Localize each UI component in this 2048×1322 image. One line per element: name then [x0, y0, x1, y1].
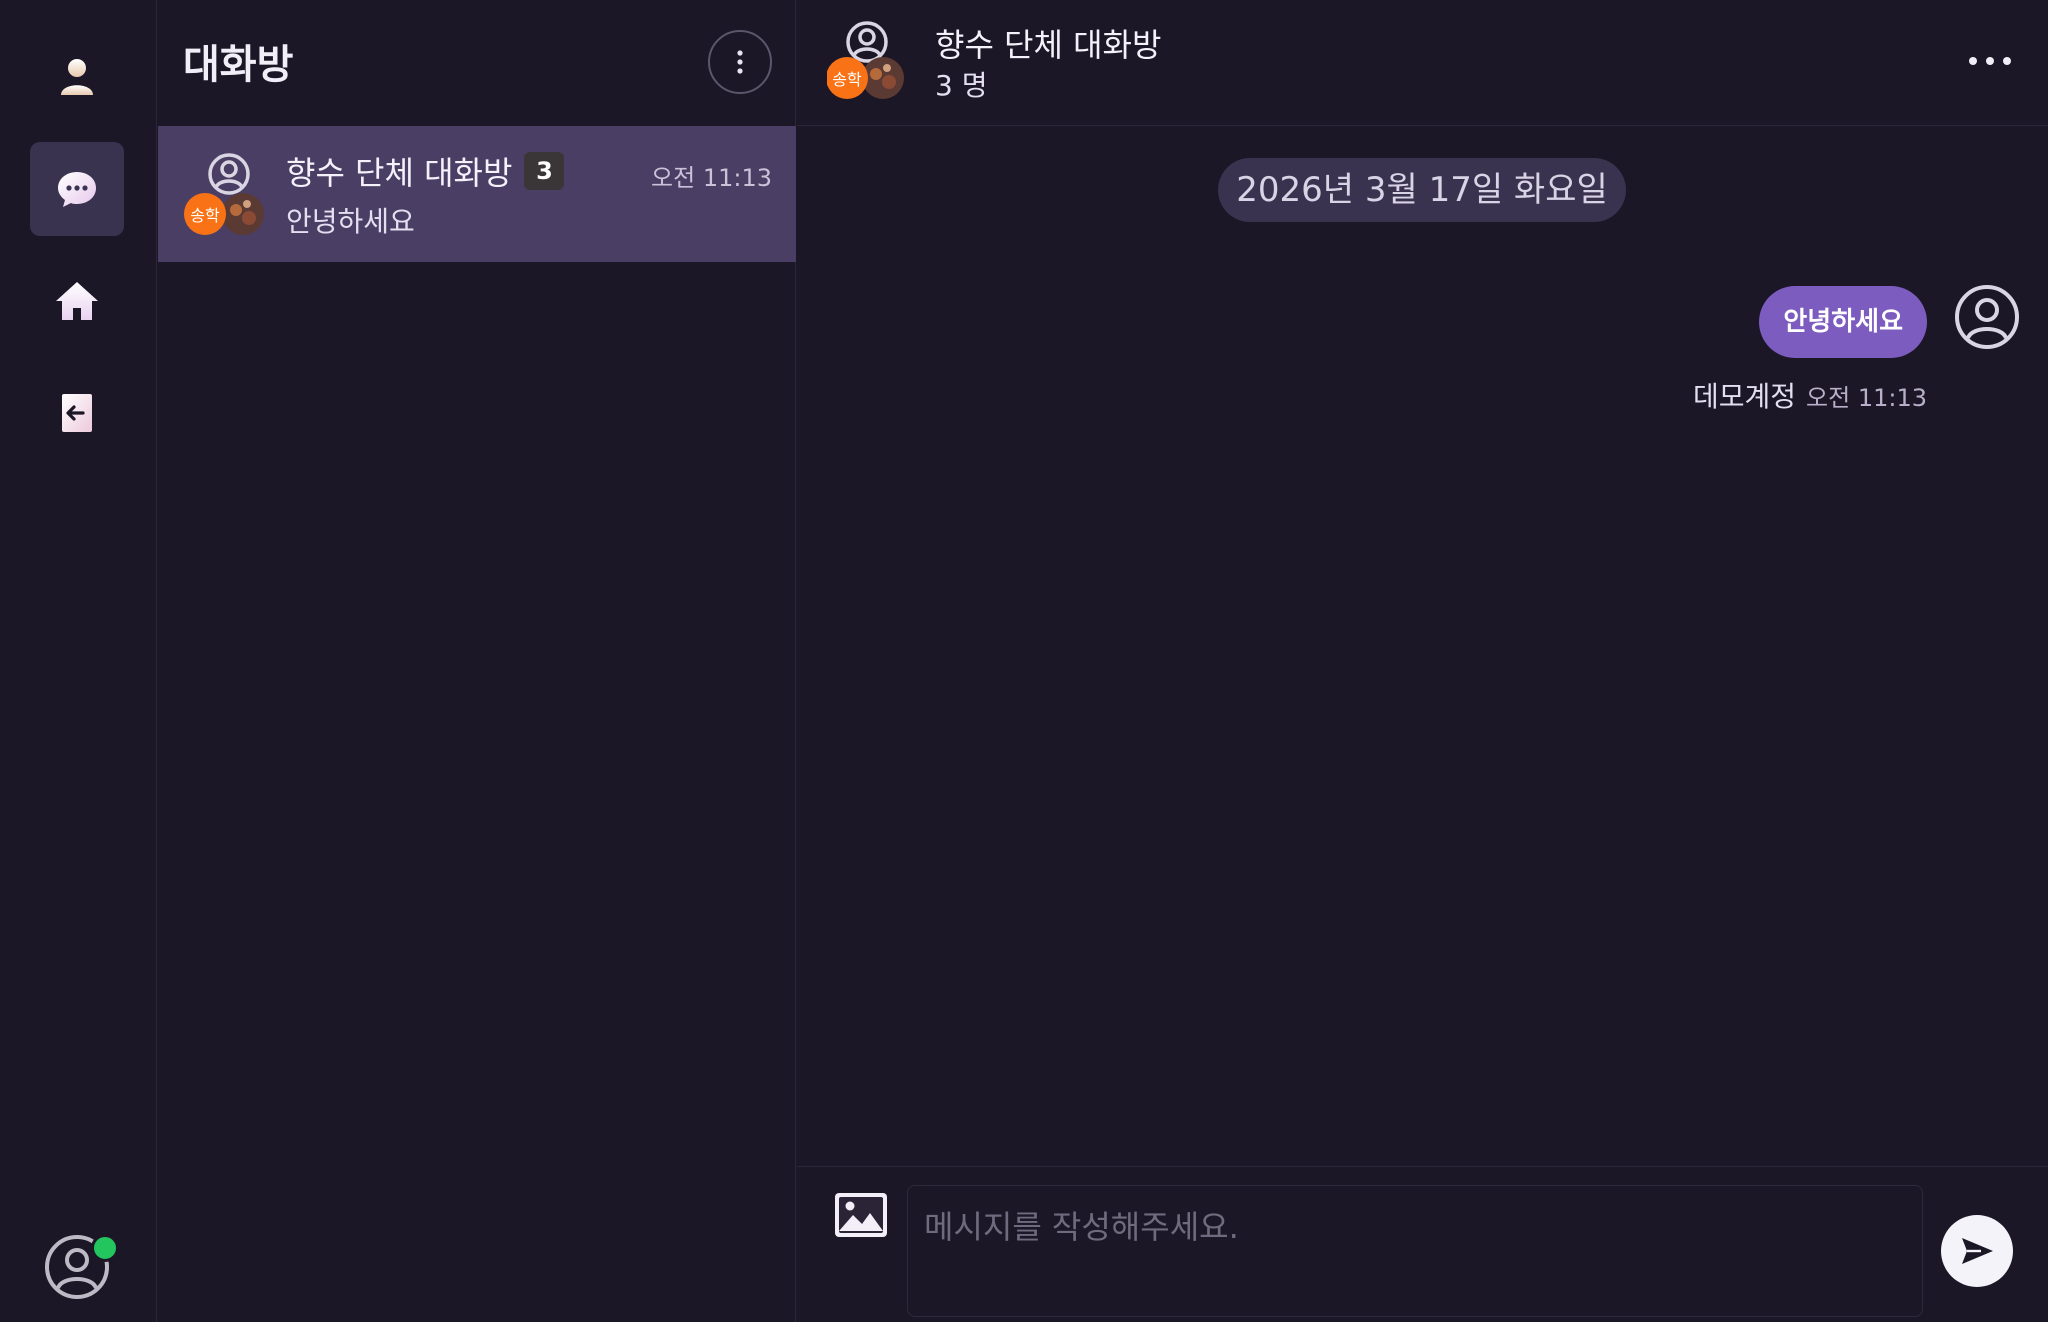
svg-text:송학: 송학 — [832, 70, 862, 89]
online-status-dot — [91, 1234, 119, 1262]
nav-home-button[interactable] — [30, 254, 124, 348]
nav-profile-button[interactable] — [30, 30, 124, 124]
group-avatar-icon: 송학 — [184, 153, 264, 235]
send-button[interactable] — [1941, 1215, 2013, 1287]
image-icon — [835, 1193, 887, 1237]
attach-image-button[interactable] — [833, 1191, 889, 1239]
chat-bubble-icon — [58, 172, 96, 207]
room-last-time: 오전 11:13 — [651, 164, 772, 192]
chat-options-button[interactable] — [1960, 44, 2020, 78]
room-member-count-badge: 3 — [524, 152, 565, 190]
chat-member-count: 3 명 — [935, 69, 988, 102]
message-time: 오전 11:13 — [1806, 384, 1927, 412]
person-icon — [61, 59, 93, 95]
chat-room-avatar-icon: 송학 — [827, 21, 904, 99]
nav-chat-button[interactable] — [30, 142, 124, 236]
exit-door-icon — [62, 394, 92, 432]
room-last-message: 안녕하세요 — [286, 205, 415, 238]
message-meta: 데모계정 오전 11:13 — [1693, 375, 1927, 415]
send-icon — [1962, 1238, 1993, 1264]
svg-text:송학: 송학 — [190, 206, 220, 225]
room-list-menu-button[interactable] — [708, 30, 772, 94]
message-bubble: 안녕하세요 — [1759, 286, 1927, 358]
date-divider: 2026년 3월 17일 화요일 — [1218, 158, 1626, 222]
room-list-title: 대화방 — [183, 42, 294, 88]
message-composer — [797, 1166, 2048, 1322]
horizontal-dots-icon — [1969, 57, 2011, 65]
room-list-item[interactable]: 송학 향수 단체 대화방 3 오전 11:13 안녕하세요 — [158, 126, 796, 262]
chat-app: 대화방 송학 향수 단체 대화방 3 오전 11:13 안녕하세요 송학 향수 … — [0, 0, 2048, 1322]
vertical-dots-icon — [737, 50, 743, 74]
message-sender: 데모계정 — [1693, 380, 1797, 413]
nav-rail — [0, 0, 157, 1322]
room-name: 향수 단체 대화방 — [286, 154, 513, 192]
nav-logout-button[interactable] — [30, 366, 124, 460]
user-avatar-icon — [1955, 285, 2019, 349]
message-input[interactable] — [907, 1185, 1923, 1317]
chat-header: 송학 향수 단체 대화방 3 명 — [797, 0, 2048, 126]
home-icon — [56, 282, 98, 320]
room-list-panel: 대화방 송학 향수 단체 대화방 3 오전 11:13 안녕하세요 — [158, 0, 796, 1322]
message-list: 2026년 3월 17일 화요일 안녕하세요 데모계정 오전 11:13 — [797, 127, 2048, 1165]
sender-avatar[interactable] — [1954, 284, 2020, 350]
chat-room-title: 향수 단체 대화방 — [935, 26, 1162, 64]
